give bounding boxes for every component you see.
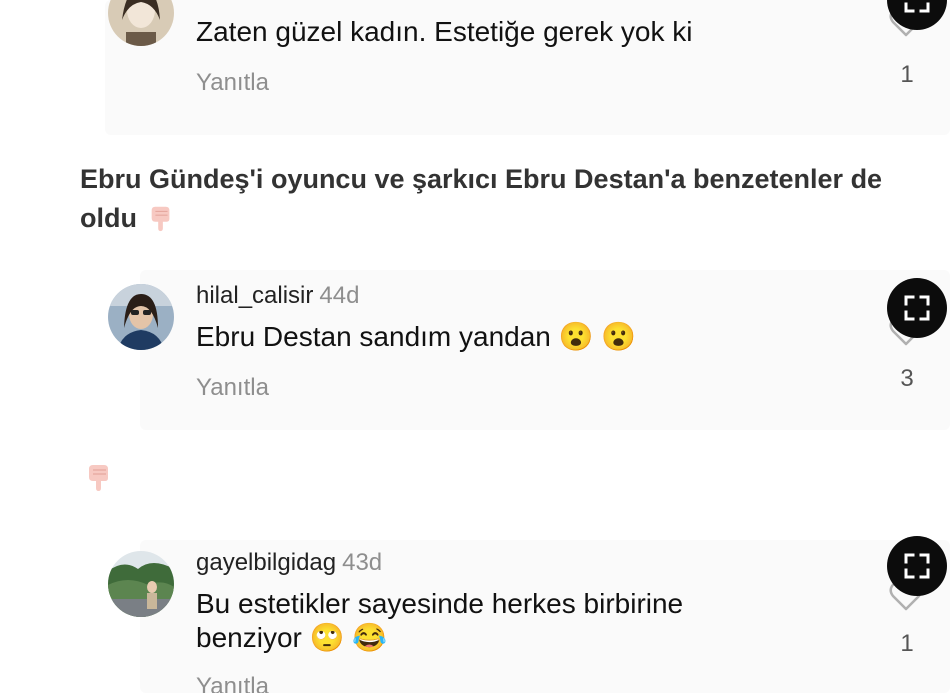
avatar[interactable]: [108, 551, 174, 617]
expand-button[interactable]: [887, 536, 947, 596]
avatar-image: [108, 284, 174, 350]
comment-text: Zaten güzel kadın. Estetiğe gerek yok ki: [196, 16, 693, 47]
like-count: 1: [900, 61, 914, 88]
comment-time: 44d: [319, 282, 360, 309]
pointing-down-hand-icon: [89, 465, 108, 491]
reply-button[interactable]: Yanıtla: [196, 673, 269, 693]
comment-text-body: Ebru Destan sandım yandan: [196, 321, 551, 352]
comment-text: Ebru Destan sandım yandan 😮 😮: [196, 320, 636, 354]
expand-button[interactable]: [887, 278, 947, 338]
article-paragraph: Ebru Gündeş'i oyuncu ve şarkıcı Ebru Des…: [80, 160, 920, 238]
comment-text-line-1: Bu estetikler sayesinde herkes birbirine: [196, 588, 684, 619]
comment-emoji: 🙄 😂: [309, 622, 388, 653]
reply-button[interactable]: Yanıtla: [196, 374, 269, 402]
username-link[interactable]: gayelbilgidag: [196, 549, 336, 576]
comment-meta: gayelbilgidag 43d: [196, 549, 382, 577]
username-link[interactable]: hilal_calisir: [196, 282, 313, 309]
expand-icon: [904, 553, 930, 579]
comment-emoji: 😮 😮: [558, 321, 637, 352]
paragraph-text: Ebru Gündeş'i oyuncu ve şarkıcı Ebru Des…: [80, 164, 883, 233]
avatar-image: [108, 551, 174, 617]
like-count: 3: [900, 365, 914, 392]
comment-text-body: benziyor: [196, 622, 302, 653]
like-count: 1: [900, 630, 914, 657]
comment-time: 43d: [342, 549, 383, 576]
avatar[interactable]: [108, 284, 174, 350]
reply-button[interactable]: Yanıtla: [196, 69, 269, 97]
comment-meta: hilal_calisir 44d: [196, 282, 359, 310]
expand-icon: [904, 2, 930, 13]
comment-text-line-2: benziyor 🙄 😂: [196, 621, 387, 655]
pointing-down-hand-icon: [151, 206, 169, 232]
page: Zaten güzel kadın. Estetiğe gerek yok ki…: [0, 0, 950, 693]
expand-icon: [904, 295, 930, 321]
